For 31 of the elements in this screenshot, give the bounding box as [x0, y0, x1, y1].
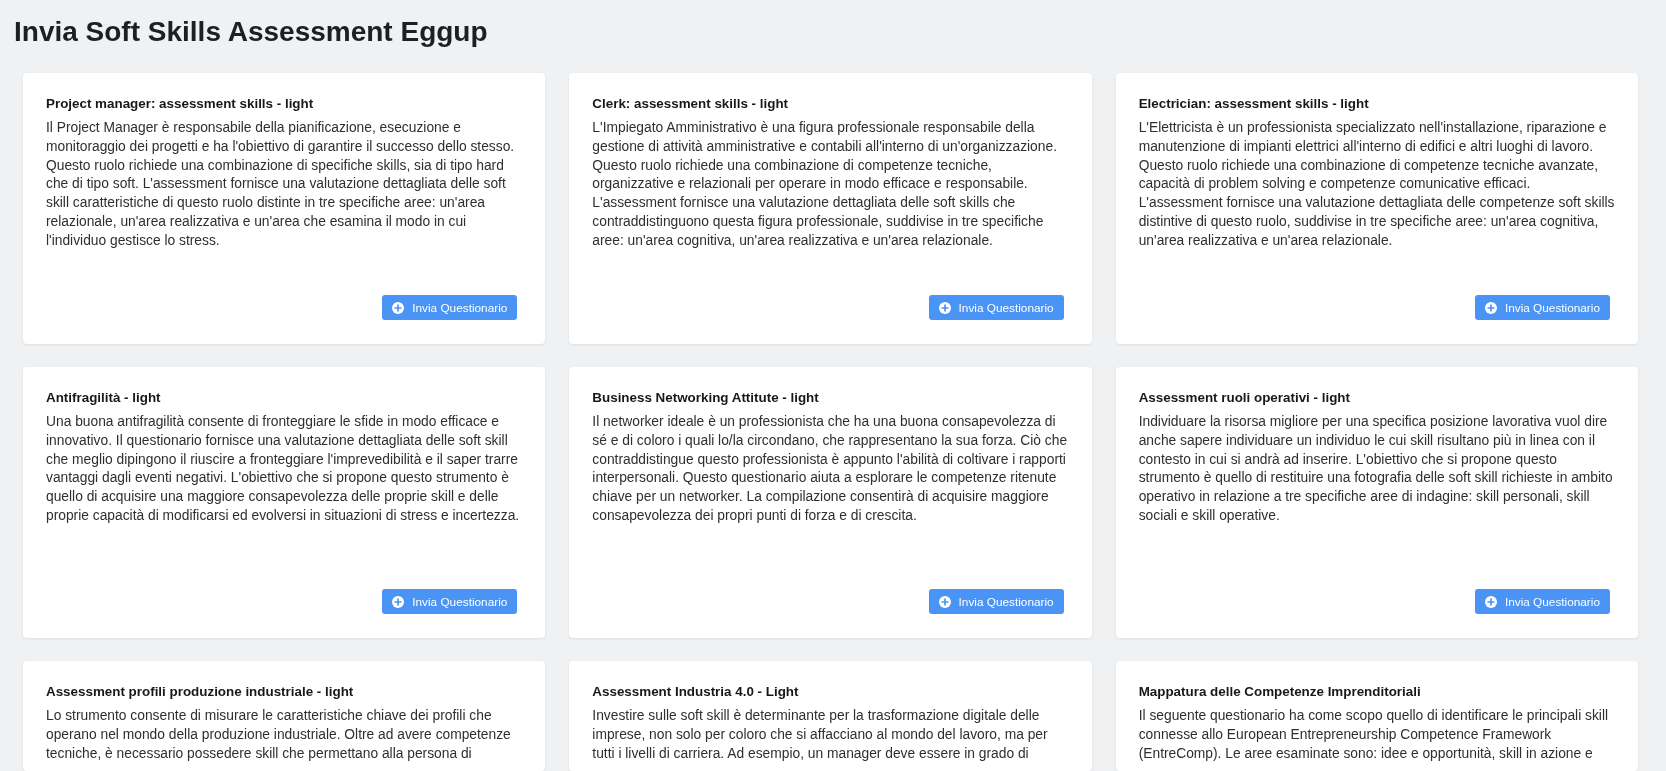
plus-circle-icon — [1484, 595, 1497, 608]
card-title: Assessment ruoli operativi - light — [1138, 389, 1350, 406]
card-title: Antifragilità - light — [46, 389, 161, 406]
send-questionnaire-button[interactable]: Invia Questionario — [928, 589, 1064, 614]
card-title: Assessment profili produzione industriale - light — [46, 683, 354, 700]
send-questionnaire-button[interactable]: Invia Questionario — [1474, 295, 1610, 320]
card-description: Investire sulle soft skill è determinante per la trasformazione digitale delle imprese, non solo per coloro che si affacciano al mondo del lavoro, ma per tutti i livelli di carriera. Ad esempio, un manager deve essere in grado di — [592, 707, 1049, 763]
card-description: L'Elettricista è un professionista specializzato nell'installazione, riparazione e manutenzione di impianti elettrici all'interno di edifici e altri luoghi di lavoro. Questo ruolo richiede una combinazione di competenze tecniche avanzate, capacità di problem solving e competenze comunicative efficaci. L'assessment fornisce una valutazione dettagliata delle competenze soft skills distintive di questo ruolo, suddivise in tre specifiche aree: un'area cognitiva, un'area realizzativa e un'area relazionale. — [1138, 119, 1615, 250]
card-title: Clerk: assessment skills - light — [592, 95, 789, 112]
plus-circle-icon — [938, 595, 951, 608]
send-questionnaire-button[interactable]: Invia Questionario — [382, 295, 518, 320]
card-description: L'Impiegato Amministrativo è una figura professionale responsabile della gestione di attività amministrative e contabili all'interno di un'organizzazione. Questo ruolo richiede una combinazione di competenze tecniche, organizzative e relazionali per operare in modo efficace e responsabile. L'assessment fornisce una valutazione dettagliata delle soft skills che contraddistinguono questa figura professionale, suddivise in tre specifiche aree: un'area cognitiva, un'area realizzativa e un'area relazionale. — [592, 119, 1058, 250]
send-questionnaire-button[interactable]: Invia Questionario — [1474, 589, 1610, 614]
plus-circle-icon — [1484, 301, 1497, 314]
card-title: Business Networking Attitute - light — [592, 389, 819, 406]
card-description: Il seguente questionario ha come scopo quello di identificare le principali skill connesse allo European Entrepreneurship Competence Framework (EntreComp). Le aree esaminate sono: idee e opportunità, skill in azione e — [1138, 707, 1610, 763]
card-title: Mappatura delle Competenze Imprenditoriali — [1138, 683, 1421, 700]
card-title: Project manager: assessment skills - light — [46, 95, 314, 112]
card-title: Electrician: assessment skills - light — [1138, 95, 1369, 112]
card-description: Il networker ideale è un professionista che ha una buona consapevolezza di sé e di coloro i quali lo/la circondano, che rappresentano la sua forza. Ciò che contraddistingue questo professionista è appunto l'abilità di coltivare i rapporti interpersonali. Questo questionario aiuta a esplorare le competenze ritenute chiave per un networker. La compilazione consentirà di acquisire maggiore consapevolezza dei propri punti di forza e di crescita. — [592, 413, 1069, 525]
plus-circle-icon — [392, 595, 405, 608]
page-title: Invia Soft Skills Assessment Eggup — [14, 15, 488, 49]
card-description: Lo strumento consente di misurare le caratteristiche chiave dei profili che operano nel mondo della produzione industriale. Oltre ad avere competenze tecniche, è necessario possedere skill che permettano alla persona di — [46, 707, 512, 763]
plus-circle-icon — [392, 301, 405, 314]
plus-circle-icon — [938, 301, 951, 314]
card-title: Assessment Industria 4.0 - Light — [592, 683, 799, 700]
card-description: Una buona antifragilità consente di fronteggiare le sfide in modo efficace e innovativo. Il questionario fornisce una valutazione dettagliata delle soft skill che meglio dipingono il riuscire a fronteggiare l'imprevedibilità e il saper trarre vantaggi dagli eventi negativi. L'obiettivo che si propone questo strumento è quello di acquisire una maggiore consapevolezza delle proprie skill e delle proprie capacità di modificarsi ed evolversi in situazioni di stress e incertezza. — [46, 413, 521, 525]
send-questionnaire-button[interactable]: Invia Questionario — [382, 589, 518, 614]
send-questionnaire-button[interactable]: Invia Questionario — [928, 295, 1064, 320]
card-description: Individuare la risorsa migliore per una specifica posizione lavorativa vuol dire anche sapere individuare un individuo le cui skill risultano più in linea con il contesto in cui si andrà ad inserire. L'obiettivo che si propone questo strumento è quello di restituire una fotografia delle soft skill richieste in ambito operativo in relazione a tre specifiche aree di indagine: skill personali, skill sociali e skill operative. — [1138, 413, 1614, 525]
card-description: Il Project Manager è responsabile della pianificazione, esecuzione e monitoraggio dei progetti e ha l'obiettivo di garantire il successo dello stesso. Questo ruolo richiede una combinazione di specifiche skills, sia di tipo hard che di tipo soft. L'assessment fornisce una valutazione dettagliata delle soft skill caratteristiche di questo ruolo distinte in tre specifiche aree: un'area relazionale, un'area realizzativa e un'area che esamina il modo in cui l'individuo gestisce lo stress. — [46, 119, 516, 250]
